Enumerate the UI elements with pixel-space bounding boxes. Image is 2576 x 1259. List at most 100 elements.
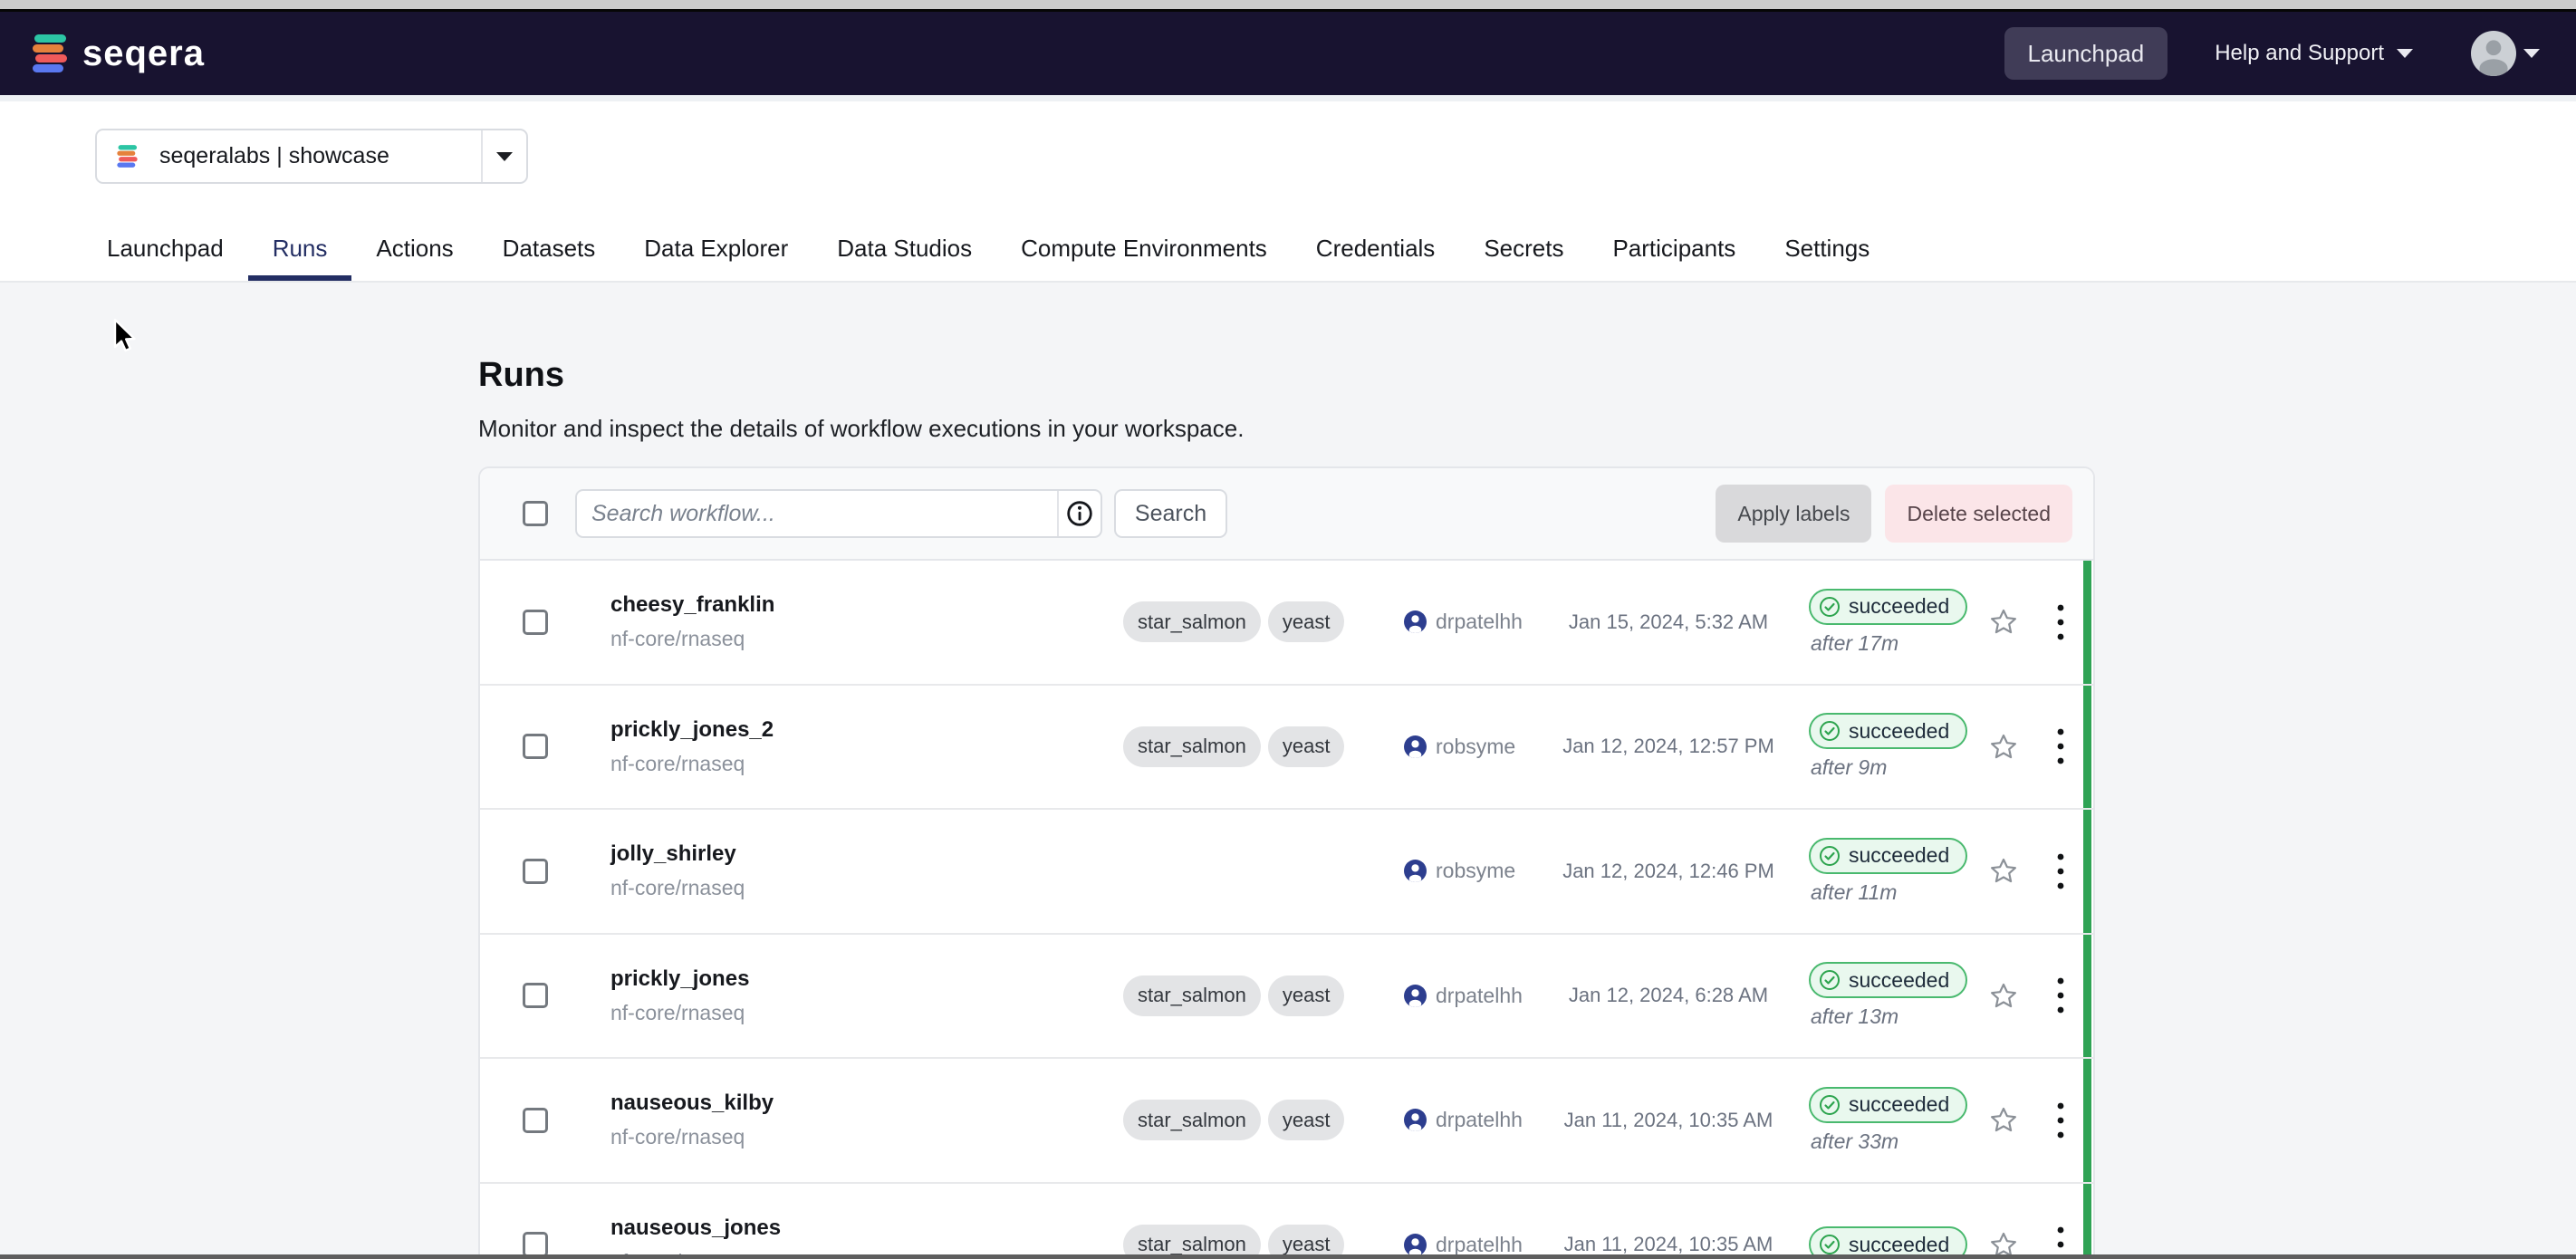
status-text: succeeded [1849,1233,1949,1257]
check-circle-icon [1819,969,1841,991]
star-icon[interactable] [1989,982,2018,1010]
delete-selected-button[interactable]: Delete selected [1885,485,2072,543]
page-title: Runs [478,353,2095,397]
launchpad-button[interactable]: Launchpad [2004,27,2168,80]
mouse-cursor-icon [110,317,144,357]
workspace-tabs: Launchpad Runs Actions Datasets Data Exp… [0,220,2576,283]
status-text: succeeded [1849,594,1949,619]
status-text: succeeded [1849,968,1949,993]
status-badge: succeeded [1809,1087,1967,1123]
run-user: drpatelhh [1436,610,1523,634]
check-circle-icon [1819,845,1841,867]
brand-name: seqera [82,34,205,74]
chevron-down-icon [2397,49,2413,58]
tab-compute-environments[interactable]: Compute Environments [996,220,1292,281]
kebab-menu-icon[interactable] [2056,851,2065,891]
page-subtitle: Monitor and inspect the details of workf… [478,412,2095,445]
run-duration: after 13m [1809,1004,1958,1029]
select-all-checkbox[interactable] [523,501,548,526]
run-duration: after 17m [1809,631,1958,656]
tab-launchpad[interactable]: Launchpad [82,220,248,281]
kebab-menu-icon[interactable] [2056,1100,2065,1140]
run-name[interactable]: cheesy_franklin [610,592,1123,618]
user-avatar-icon [1404,1109,1427,1131]
run-date: Jan 15, 2024, 5:32 AM [1555,561,1782,684]
run-pipeline: nf-core/rnaseq [610,1001,1123,1025]
run-label: star_salmon [1123,1100,1261,1140]
workspace-dropdown-toggle[interactable] [481,130,526,182]
run-date: Jan 11, 2024, 10:35 AM [1555,1059,1782,1182]
status-text: succeeded [1849,1092,1949,1117]
check-circle-icon [1819,1234,1841,1255]
row-checkbox[interactable] [523,983,548,1008]
run-date: Jan 11, 2024, 10:35 AM [1555,1184,1782,1259]
search-info[interactable] [1057,491,1101,536]
tab-runs[interactable]: Runs [248,220,352,281]
run-duration: after 9m [1809,755,1958,780]
workspace-selector[interactable]: seqeralabs | showcase [95,129,528,184]
tab-participants[interactable]: Participants [1588,220,1760,281]
run-label: star_salmon [1123,726,1261,767]
run-user: robsyme [1436,859,1515,883]
run-date: Jan 12, 2024, 6:28 AM [1555,935,1782,1058]
tab-data-explorer[interactable]: Data Explorer [620,220,812,281]
search-button[interactable]: Search [1114,489,1227,538]
run-date: Jan 12, 2024, 12:46 PM [1555,810,1782,933]
run-name[interactable]: nauseous_jones [610,1216,1123,1241]
browser-window: seqera Launchpad Help and Support [0,0,2576,1259]
run-pipeline: nf-core/rnaseq [610,752,1123,776]
runs-table: Search Apply labels Delete selected chee… [478,466,2095,1259]
run-user: drpatelhh [1436,984,1523,1008]
navbar-shadow [0,95,2576,101]
tab-secrets[interactable]: Secrets [1459,220,1588,281]
brand[interactable]: seqera [29,33,205,74]
tab-actions[interactable]: Actions [351,220,477,281]
run-name[interactable]: jolly_shirley [610,841,1123,867]
tab-settings[interactable]: Settings [1760,220,1894,281]
check-circle-icon [1819,720,1841,742]
kebab-menu-icon[interactable] [2056,975,2065,1015]
star-icon[interactable] [1989,608,2018,636]
top-navbar: seqera Launchpad Help and Support [0,12,2576,95]
run-row: cheesy_franklin nf-core/rnaseq star_salm… [480,561,2093,686]
check-circle-icon [1819,1094,1841,1116]
tab-datasets[interactable]: Datasets [478,220,620,281]
chevron-down-icon [496,152,513,161]
apply-labels-button[interactable]: Apply labels [1716,485,1871,543]
run-label: yeast [1268,601,1345,642]
info-icon [1066,500,1093,527]
workspace-name: seqeralabs | showcase [159,143,389,169]
run-row: jolly_shirley nf-core/rnaseq robsym [480,810,2093,935]
help-and-support-menu[interactable]: Help and Support [2215,41,2413,66]
tab-data-studios[interactable]: Data Studios [812,220,996,281]
star-icon[interactable] [1989,1106,2018,1134]
user-avatar-icon [1404,735,1427,758]
kebab-menu-icon[interactable] [2056,602,2065,642]
run-user: drpatelhh [1436,1108,1523,1132]
row-checkbox[interactable] [523,859,548,884]
run-row: prickly_jones_2 nf-core/rnaseq star_salm… [480,686,2093,811]
window-top-edge [0,0,2576,9]
run-row: prickly_jones nf-core/rnaseq star_salmon… [480,935,2093,1060]
row-checkbox[interactable] [523,610,548,635]
run-pipeline: nf-core/rnaseq [610,876,1123,900]
search-field-group [575,489,1102,538]
row-checkbox[interactable] [523,1108,548,1133]
user-menu[interactable] [2471,31,2540,76]
run-name[interactable]: prickly_jones_2 [610,717,1123,743]
run-user: drpatelhh [1436,1233,1523,1257]
tab-credentials[interactable]: Credentials [1292,220,1460,281]
row-checkbox[interactable] [523,734,548,759]
run-label: yeast [1268,975,1345,1016]
star-icon[interactable] [1989,857,2018,885]
star-icon[interactable] [1989,733,2018,761]
run-name[interactable]: nauseous_kilby [610,1091,1123,1116]
search-input[interactable] [577,491,1057,536]
status-text: succeeded [1849,843,1949,868]
kebab-menu-icon[interactable] [2056,726,2065,766]
user-avatar-icon [1404,985,1427,1007]
run-date: Jan 12, 2024, 12:57 PM [1555,686,1782,809]
window-bottom-edge [0,1254,2576,1259]
help-and-support-label: Help and Support [2215,41,2384,66]
run-name[interactable]: prickly_jones [610,966,1123,992]
